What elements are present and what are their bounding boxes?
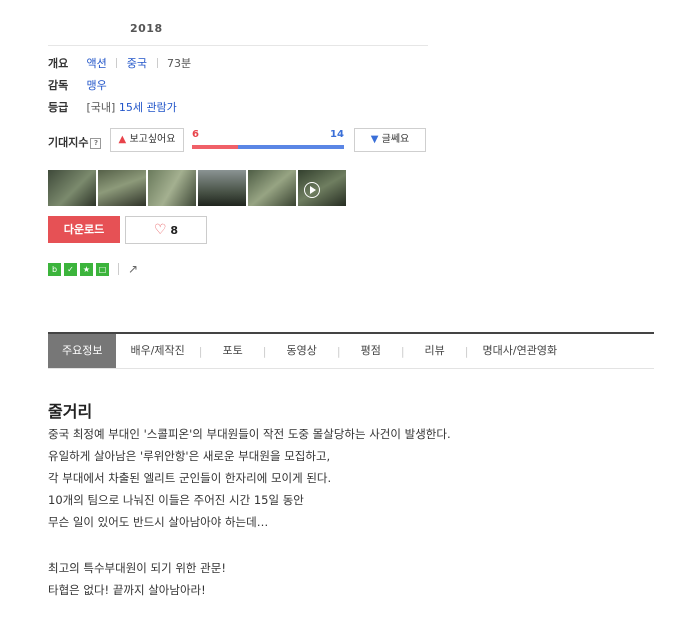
still-thumbnail[interactable] xyxy=(98,170,146,206)
want-to-see-button[interactable]: ▲ 보고싶어요 xyxy=(110,128,184,152)
rating-row: 등급 [국내] 15세 관람가 xyxy=(48,99,177,115)
like-count: 8 xyxy=(170,224,179,237)
divider xyxy=(156,58,158,68)
synopsis-line: 타협은 없다! 끝까지 살아남아라! xyxy=(48,583,206,597)
help-icon[interactable]: ? xyxy=(90,138,102,149)
thumbs-up-icon: ▲ xyxy=(118,134,127,145)
synopsis-line: 최고의 특수부대원이 되기 위한 관문! xyxy=(48,561,226,575)
synopsis-line: 무슨 일이 있어도 반드시 살아남아야 하는데… xyxy=(48,515,269,529)
blog-share-icon[interactable]: b xyxy=(48,262,61,276)
synopsis-line: 각 부대에서 차출된 엘리트 군인들이 한자리에 모이게 된다. xyxy=(48,471,332,485)
tab-review[interactable]: 리뷰 xyxy=(405,334,465,368)
genre-link[interactable]: 액션 xyxy=(87,57,107,70)
rating-region: [국내] xyxy=(86,101,116,114)
dislike-bar-fill xyxy=(238,145,344,149)
overview-row: 개요 액션 중국 73분 xyxy=(48,55,191,71)
still-thumbnail[interactable] xyxy=(148,170,196,206)
divider xyxy=(48,45,428,46)
overview-key: 개요 xyxy=(48,57,69,70)
still-thumbnail[interactable] xyxy=(198,170,246,206)
like-button[interactable]: ♡ 8 xyxy=(125,216,207,244)
tab-rating[interactable]: 평점 xyxy=(341,334,401,368)
tab-video[interactable]: 동영상 xyxy=(266,334,336,368)
heart-icon: ♡ xyxy=(153,222,167,238)
rating-link[interactable]: 15세 관람가 xyxy=(119,101,177,114)
rating-key: 등급 xyxy=(48,101,69,114)
country-link[interactable]: 중국 xyxy=(127,57,147,70)
expectation-bar xyxy=(192,145,344,149)
want-count: 6 xyxy=(192,129,199,140)
still-thumbnails xyxy=(48,170,346,206)
download-button[interactable]: 다운로드 xyxy=(48,216,120,243)
talk-share-icon[interactable]: ✓ xyxy=(64,262,77,276)
director-key: 감독 xyxy=(48,79,69,92)
so-so-button[interactable]: ▼ 글쎄요 xyxy=(354,128,426,152)
thumbs-down-icon: ▼ xyxy=(370,134,379,145)
synopsis-title: 줄거리 xyxy=(48,402,93,421)
director-row: 감독 맹우 xyxy=(48,77,107,93)
director-link[interactable]: 맹우 xyxy=(87,79,107,92)
expectation-label-group: 기대지수? xyxy=(48,134,102,150)
share-row: b ✓ ★ □ ↗ xyxy=(48,262,138,276)
story-share-icon[interactable]: ★ xyxy=(80,262,93,276)
play-icon xyxy=(304,182,320,198)
tab-photo[interactable]: 포토 xyxy=(203,334,263,368)
share-icon[interactable]: ↗ xyxy=(128,262,138,276)
synopsis-line: 10개의 팀으로 나눠진 이들은 주어진 시간 15일 동안 xyxy=(48,493,304,507)
want-to-see-label: 보고싶어요 xyxy=(129,134,176,145)
tab-main-info[interactable]: 주요정보 xyxy=(48,334,117,368)
want-bar-fill xyxy=(192,145,238,149)
release-year: 2018 xyxy=(130,22,163,35)
still-thumbnail[interactable] xyxy=(248,170,296,206)
expectation-label: 기대지수 xyxy=(48,136,89,149)
video-thumbnail[interactable] xyxy=(298,170,346,206)
synopsis-line: 중국 최정예 부대인 '스콜피온'의 부대원들이 작전 도중 몰살당하는 사건이… xyxy=(48,427,451,441)
tab-quotes-related[interactable]: 명대사/연관영화 xyxy=(469,334,572,368)
tab-cast-crew[interactable]: 배우/제작진 xyxy=(116,334,198,368)
divider xyxy=(116,58,118,68)
so-so-label: 글쎄요 xyxy=(381,134,410,145)
band-share-icon[interactable]: □ xyxy=(96,262,109,276)
dislike-count: 14 xyxy=(330,129,344,140)
tab-bar: 주요정보 배우/제작진 | 포토 | 동영상 | 평점 | 리뷰 | 명대사/연관영화 xyxy=(48,334,654,369)
divider xyxy=(118,263,119,275)
still-thumbnail[interactable] xyxy=(48,170,96,206)
synopsis-line: 유일하게 살아남은 '루위안항'은 새로운 부대원을 모집하고, xyxy=(48,449,331,463)
runtime: 73분 xyxy=(167,57,192,70)
